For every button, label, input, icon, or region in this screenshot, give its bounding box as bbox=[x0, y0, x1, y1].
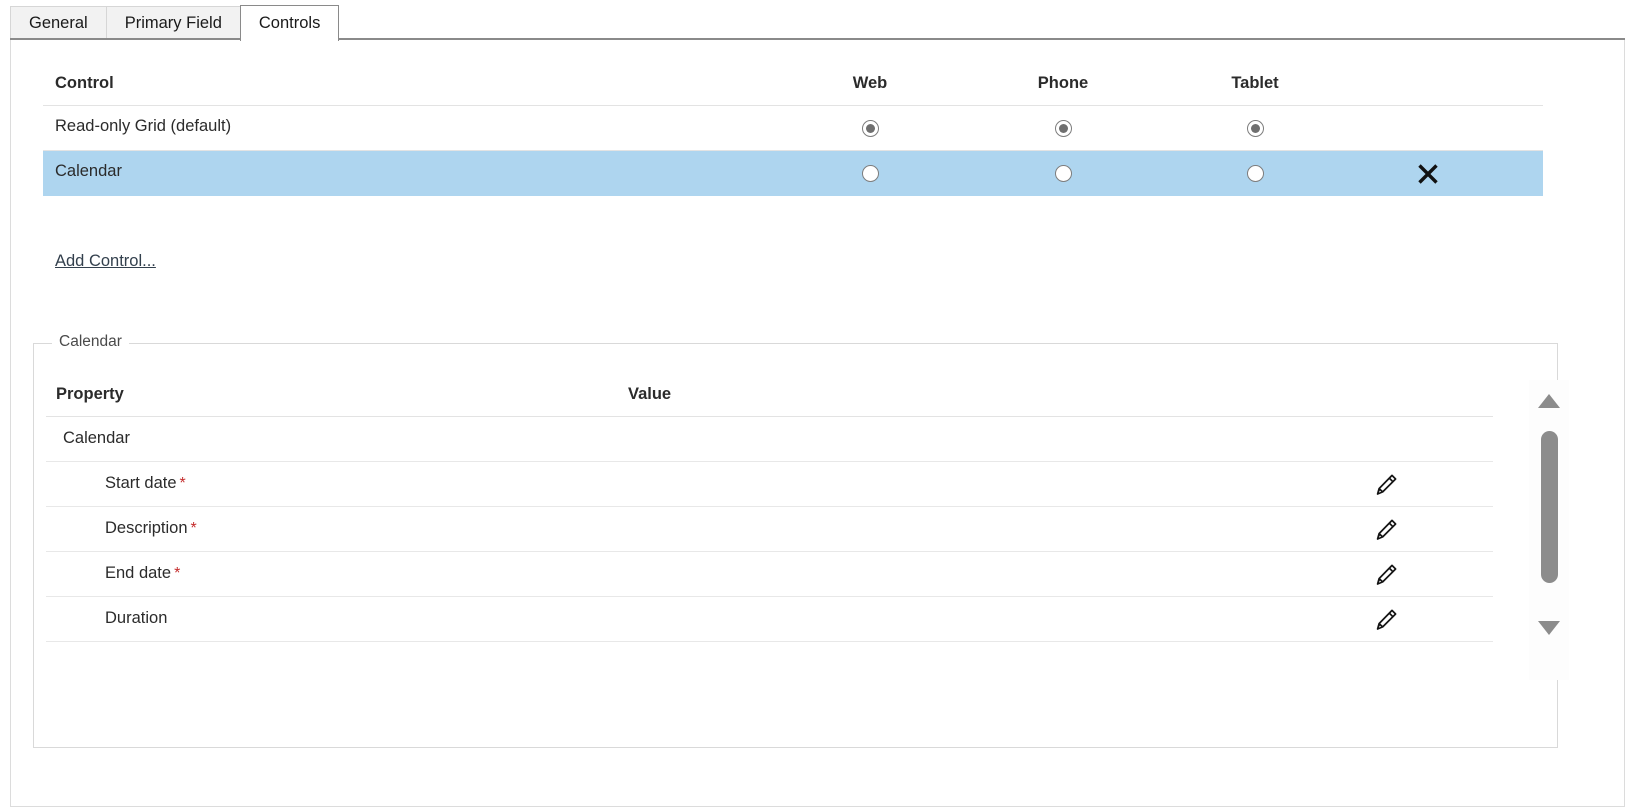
tab-strip: General Primary Field Controls bbox=[0, 0, 1625, 41]
pencil-icon bbox=[1376, 519, 1397, 540]
property-label: Description * bbox=[105, 519, 197, 538]
tab-general[interactable]: General bbox=[10, 6, 107, 40]
tab-list: General Primary Field Controls bbox=[10, 5, 340, 41]
required-marker: * bbox=[190, 520, 197, 537]
radio-tablet-calendar[interactable] bbox=[1246, 165, 1264, 182]
column-header-web: Web bbox=[852, 74, 888, 92]
radio-tablet-readonly-grid[interactable] bbox=[1246, 120, 1264, 137]
radio-cell-web[interactable] bbox=[810, 106, 930, 151]
radio-phone-readonly-grid[interactable] bbox=[1054, 120, 1072, 137]
radio-web-readonly-grid[interactable] bbox=[861, 120, 879, 137]
table-row[interactable]: Description * bbox=[46, 507, 1493, 552]
property-label: Duration bbox=[105, 609, 167, 628]
controls-tab-page: General Primary Field Controls Control W… bbox=[0, 0, 1625, 807]
radio-phone-calendar[interactable] bbox=[1054, 165, 1072, 182]
control-name: Calendar bbox=[55, 162, 122, 180]
column-header-tablet: Tablet bbox=[1231, 74, 1279, 92]
pencil-icon bbox=[1376, 609, 1397, 630]
table-row[interactable]: Calendar bbox=[43, 151, 1543, 196]
property-name: Duration bbox=[105, 609, 168, 627]
property-name: Calendar bbox=[63, 429, 130, 447]
delete-control-button[interactable] bbox=[1383, 151, 1473, 196]
radio-cell-phone[interactable] bbox=[1003, 151, 1123, 196]
tab-primary-field-label: Primary Field bbox=[124, 14, 222, 32]
property-table: Property Value Calendar Start date * Des… bbox=[46, 380, 1493, 642]
calendar-properties-fieldset: Calendar Property Value Calendar Start d… bbox=[33, 333, 1569, 748]
column-header-value: Value bbox=[628, 385, 672, 403]
pencil-icon bbox=[1376, 564, 1397, 585]
fieldset-legend: Calendar bbox=[52, 333, 129, 351]
edit-property-button[interactable] bbox=[1356, 507, 1416, 552]
radio-web-calendar[interactable] bbox=[861, 165, 879, 182]
scroll-up-button[interactable] bbox=[1536, 390, 1562, 412]
edit-property-button[interactable] bbox=[1356, 462, 1416, 507]
column-header-phone: Phone bbox=[1037, 74, 1089, 92]
controls-table: Control Web Phone Tablet Read-only Grid … bbox=[43, 68, 1543, 196]
tab-general-label: General bbox=[29, 14, 88, 32]
table-row[interactable]: End date * bbox=[46, 552, 1493, 597]
property-label: Calendar bbox=[63, 429, 130, 448]
required-marker: * bbox=[174, 565, 181, 582]
radio-cell-tablet[interactable] bbox=[1195, 151, 1315, 196]
close-x-icon bbox=[1418, 163, 1438, 184]
property-label: Start date * bbox=[105, 474, 186, 493]
property-label: End date * bbox=[105, 564, 180, 583]
add-control-link[interactable]: Add Control... bbox=[55, 252, 156, 271]
tab-primary-field[interactable]: Primary Field bbox=[105, 6, 241, 40]
scroll-down-button[interactable] bbox=[1536, 617, 1562, 639]
property-table-header: Property Value bbox=[46, 380, 1493, 417]
table-row[interactable]: Calendar bbox=[46, 417, 1493, 462]
edit-property-button[interactable] bbox=[1356, 552, 1416, 597]
radio-cell-phone[interactable] bbox=[1003, 106, 1123, 151]
tab-controls[interactable]: Controls bbox=[239, 5, 340, 41]
controls-table-header: Control Web Phone Tablet bbox=[43, 68, 1543, 106]
scrollbar-thumb[interactable] bbox=[1541, 431, 1558, 583]
pencil-icon bbox=[1376, 474, 1397, 495]
property-table-scrollbar[interactable] bbox=[1529, 380, 1569, 680]
tab-controls-label: Controls bbox=[258, 14, 321, 32]
table-row[interactable]: Duration bbox=[46, 597, 1493, 642]
required-marker: * bbox=[179, 475, 186, 492]
triangle-up-icon bbox=[1538, 394, 1560, 408]
control-name: Read-only Grid (default) bbox=[55, 117, 232, 135]
triangle-down-icon bbox=[1538, 621, 1560, 635]
radio-cell-tablet[interactable] bbox=[1195, 106, 1315, 151]
property-name: End date bbox=[105, 564, 172, 582]
property-name: Description bbox=[105, 519, 188, 537]
column-header-property: Property bbox=[56, 385, 124, 403]
property-name: Start date bbox=[105, 474, 177, 492]
radio-cell-web[interactable] bbox=[810, 151, 930, 196]
controls-panel: Control Web Phone Tablet Read-only Grid … bbox=[10, 40, 1625, 807]
edit-property-button[interactable] bbox=[1356, 597, 1416, 642]
table-row[interactable]: Start date * bbox=[46, 462, 1493, 507]
table-row[interactable]: Read-only Grid (default) bbox=[43, 106, 1543, 151]
column-header-control: Control bbox=[55, 74, 114, 92]
